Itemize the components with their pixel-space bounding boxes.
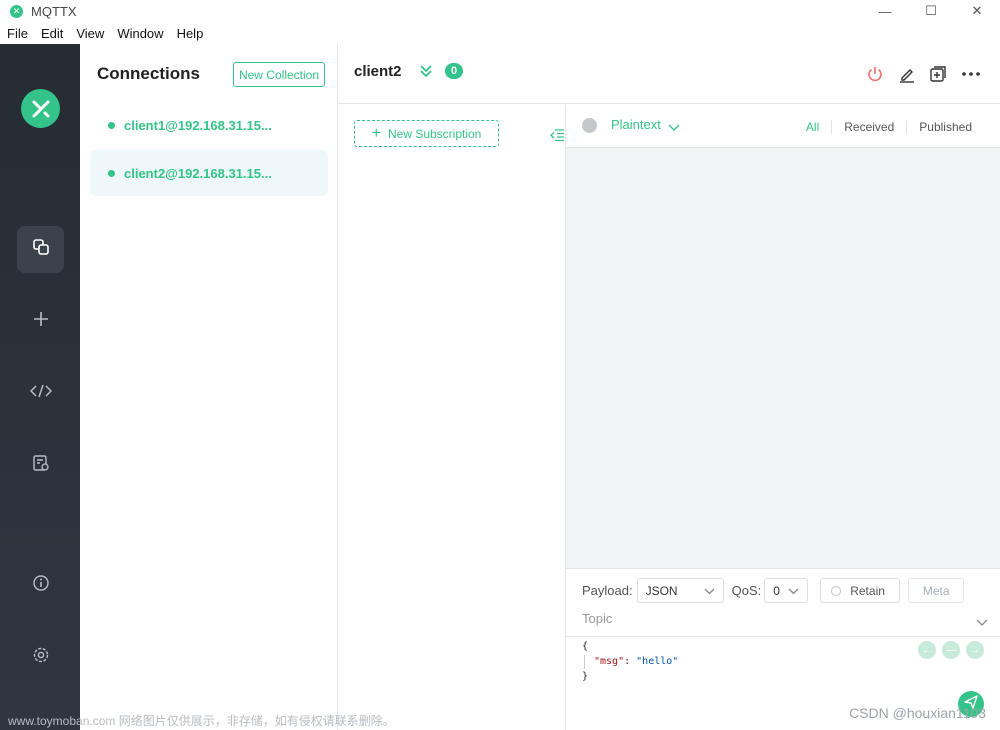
settings-icon	[32, 646, 50, 669]
rail-settings-button[interactable]	[17, 634, 64, 681]
message-list-area	[566, 148, 1000, 568]
qos-select[interactable]: 0	[764, 578, 809, 603]
connection-label: client2@192.168.31.15...	[124, 165, 272, 181]
collapse-panel-icon[interactable]	[549, 127, 565, 143]
connected-status-dot	[108, 121, 115, 129]
close-button[interactable]: ✕	[954, 0, 1000, 22]
connections-title: Connections	[97, 64, 200, 83]
filter-received-tab[interactable]: Received	[831, 120, 906, 134]
plus-icon: +	[371, 124, 381, 142]
minus-icon[interactable]: —	[942, 641, 960, 659]
chevron-down-icon[interactable]	[976, 614, 988, 626]
payload-type-select[interactable]: JSON	[636, 578, 724, 603]
connection-label: client1@192.168.31.15...	[124, 117, 272, 133]
json-value: "hello"	[636, 656, 679, 667]
watermark-right: CSDN @houxian1103	[849, 705, 986, 721]
menu-edit[interactable]: Edit	[41, 26, 63, 41]
payload-format-select[interactable]: Plaintext	[611, 117, 680, 132]
chevron-down-icon	[668, 120, 680, 131]
left-rail	[0, 44, 80, 730]
qos-value: 0	[773, 583, 780, 598]
new-subscription-label: New Subscription	[387, 126, 482, 141]
rail-about-button[interactable]	[17, 562, 64, 609]
filter-published-tab[interactable]: Published	[906, 120, 984, 134]
connections-icon	[32, 238, 50, 261]
retain-label: Retain	[850, 583, 885, 598]
app-logo-icon: ✕	[10, 4, 23, 18]
meta-button[interactable]: Meta	[908, 578, 965, 603]
arrow-left-icon[interactable]: ←	[918, 641, 936, 659]
payload-format-value: Plaintext	[611, 117, 661, 132]
window-title: MQTTX	[31, 3, 77, 19]
payload-label: Payload:	[582, 583, 633, 598]
mqttx-logo-icon	[21, 89, 60, 128]
message-count-badge: 0	[445, 63, 463, 79]
plus-icon	[32, 310, 50, 333]
menu-file[interactable]: File	[7, 26, 28, 41]
history-nav: ← — →	[912, 641, 984, 659]
topic-input[interactable]: Topic	[582, 611, 986, 633]
client-name: client2	[354, 63, 402, 80]
connections-panel: Connections New Collection client1@192.1…	[80, 44, 338, 730]
rail-log-button[interactable]	[17, 442, 64, 489]
qos-label: QoS:	[731, 583, 762, 598]
message-filter-tabs: All Received Published	[794, 120, 984, 134]
title-bar: ✕ MQTTX — ☐ ✕	[0, 0, 1000, 22]
menu-bar: File Edit View Window Help	[0, 22, 1000, 44]
payload-type-value: JSON	[645, 583, 678, 598]
code-line: "msg": "hello"	[594, 656, 678, 667]
log-icon	[32, 454, 50, 477]
chevron-down-icon	[788, 584, 799, 598]
json-key: "msg"	[594, 656, 625, 667]
edit-icon[interactable]	[897, 64, 917, 84]
indent-guide	[584, 655, 585, 669]
more-icon[interactable]	[961, 64, 981, 84]
menu-window[interactable]: Window	[117, 26, 163, 41]
new-subscription-button[interactable]: + New Subscription	[354, 120, 499, 147]
info-icon	[32, 574, 50, 597]
menu-help[interactable]: Help	[177, 26, 204, 41]
maximize-button[interactable]: ☐	[908, 0, 954, 22]
retain-checkbox[interactable]: Retain	[820, 578, 901, 603]
connection-item-client2[interactable]: client2@192.168.31.15...	[90, 150, 328, 196]
new-window-icon[interactable]	[928, 64, 948, 84]
connected-status-dot	[108, 169, 115, 177]
rail-new-connection-button[interactable]	[17, 298, 64, 345]
connection-item-client1[interactable]: client1@192.168.31.15...	[90, 102, 328, 148]
subscriptions-panel: + New Subscription	[338, 105, 566, 730]
chevron-down-icon	[704, 584, 715, 598]
chevron-double-down-icon[interactable]	[418, 62, 434, 80]
publish-options-row: Payload: JSON QoS: 0 Retain Meta	[582, 578, 965, 603]
rail-script-button[interactable]	[17, 370, 64, 417]
rail-connections-button[interactable]	[17, 226, 64, 273]
menu-view[interactable]: View	[76, 26, 104, 41]
watermark-left: www.toymoban.com 网络图片仅供展示，非存储，如有侵权请联系删除。	[8, 714, 395, 728]
json-separator: :	[624, 656, 637, 667]
code-line: }	[582, 671, 589, 682]
filter-all-tab[interactable]: All	[794, 120, 831, 134]
code-line: {	[582, 641, 589, 652]
code-icon	[29, 383, 52, 404]
status-dot	[582, 118, 597, 133]
new-collection-button[interactable]: New Collection	[233, 62, 325, 87]
window-controls: — ☐ ✕	[862, 0, 1000, 22]
arrow-right-icon[interactable]: →	[966, 641, 984, 659]
minimize-button[interactable]: —	[862, 0, 908, 22]
retain-radio	[831, 585, 842, 596]
message-toolbar: Plaintext All Received Published	[566, 105, 1000, 148]
disconnect-icon[interactable]	[865, 64, 885, 84]
client-header: client2 0	[338, 44, 1000, 104]
